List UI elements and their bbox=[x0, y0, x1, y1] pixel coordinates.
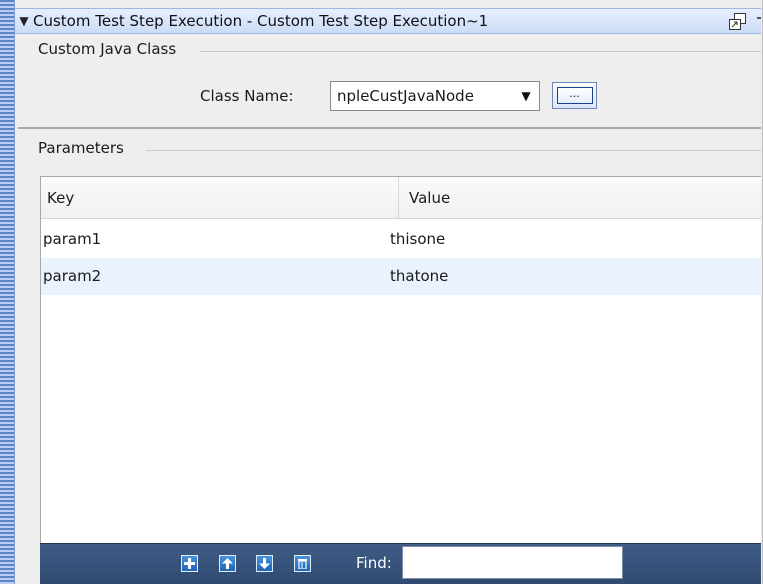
class-name-value: npleCustJavaNode bbox=[337, 87, 474, 105]
browse-button-label: ... bbox=[556, 87, 593, 104]
parameters-separator bbox=[146, 150, 761, 151]
param-key-cell[interactable]: param2 bbox=[43, 258, 101, 295]
dropdown-arrow-icon[interactable]: ▼ bbox=[513, 89, 539, 103]
left-dock-strip[interactable] bbox=[0, 0, 15, 584]
panel-title-bar[interactable]: ▼ Custom Test Step Execution - Custom Te… bbox=[15, 8, 761, 34]
add-icon[interactable] bbox=[181, 555, 198, 572]
panel-title: Custom Test Step Execution - Custom Test… bbox=[33, 12, 489, 30]
table-header: Key Value bbox=[41, 177, 761, 219]
delete-icon[interactable] bbox=[294, 555, 311, 572]
section-divider[interactable] bbox=[18, 127, 761, 129]
java-class-separator bbox=[200, 51, 761, 52]
custom-java-class-label: Custom Java Class bbox=[38, 40, 177, 58]
table-row[interactable]: param1 thisone bbox=[41, 221, 761, 258]
restore-window-icon[interactable] bbox=[729, 13, 747, 30]
column-header-value[interactable]: Value bbox=[399, 177, 761, 219]
parameters-table: Key Value param1 thisone param2 thatone bbox=[40, 176, 761, 543]
table-toolbar: Find: bbox=[40, 543, 761, 584]
find-label: Find: bbox=[356, 554, 392, 572]
column-header-key[interactable]: Key bbox=[41, 177, 399, 219]
table-row[interactable]: param2 thatone bbox=[41, 258, 761, 295]
parameters-label: Parameters bbox=[38, 139, 124, 157]
browse-class-button[interactable]: ... bbox=[552, 82, 597, 109]
move-down-icon[interactable] bbox=[256, 555, 273, 572]
custom-test-step-panel: ▼ Custom Test Step Execution - Custom Te… bbox=[0, 0, 763, 584]
collapse-arrow-icon[interactable]: ▼ bbox=[15, 14, 33, 28]
find-input[interactable] bbox=[402, 546, 623, 579]
param-value-cell[interactable]: thatone bbox=[390, 258, 448, 295]
class-name-label: Class Name: bbox=[200, 87, 294, 105]
move-up-icon[interactable] bbox=[219, 555, 236, 572]
pin-icon[interactable] bbox=[757, 17, 761, 19]
class-name-dropdown[interactable]: npleCustJavaNode ▼ bbox=[330, 81, 540, 111]
param-key-cell[interactable]: param1 bbox=[43, 221, 101, 258]
param-value-cell[interactable]: thisone bbox=[390, 221, 445, 258]
